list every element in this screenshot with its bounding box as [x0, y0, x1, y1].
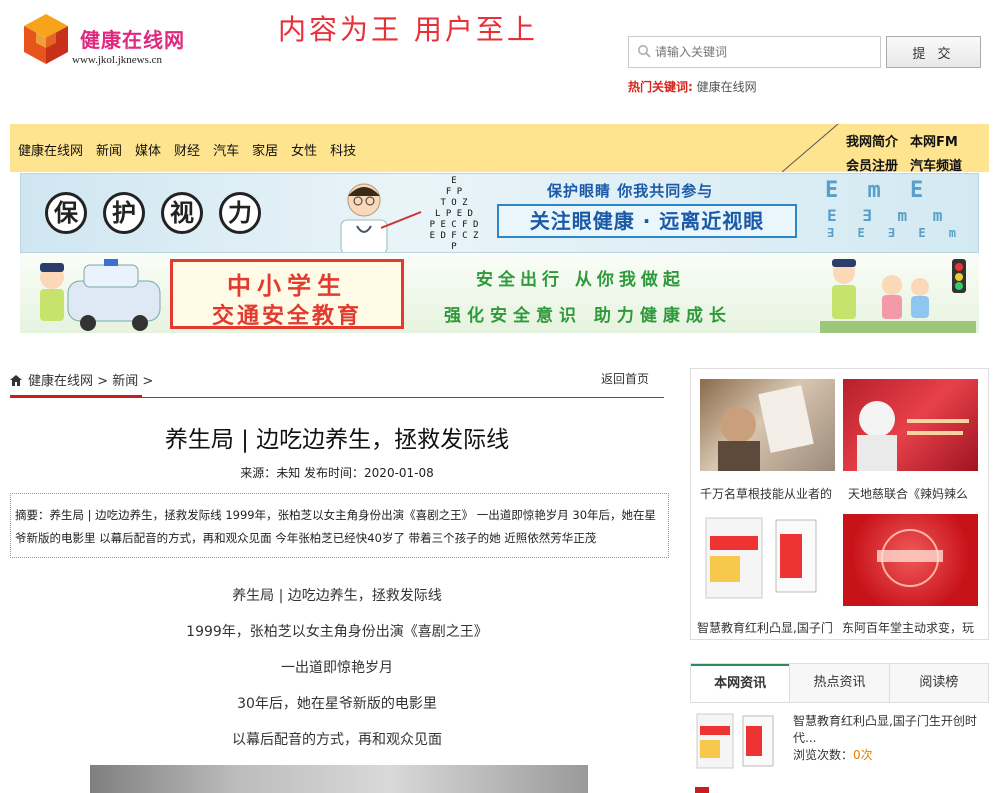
news-list-next-thumbnail: [695, 787, 709, 793]
article-image: [90, 765, 588, 793]
views-label: 浏览次数：: [793, 748, 854, 762]
banner-char: 力: [219, 192, 261, 234]
police-car-illustration: [40, 259, 161, 331]
nav-link-fm[interactable]: 本网FM: [910, 131, 958, 150]
article-paragraph: 30年后，她在星爷新版的电影里: [237, 696, 437, 712]
banner2-slogan1: 安全出行 从你我做起: [476, 270, 685, 290]
tab-hot-news[interactable]: 热点资讯: [789, 664, 889, 702]
search-icon: [638, 45, 651, 58]
thumbnail-caption[interactable]: 东阿百年堂主动求变，玩: [842, 619, 982, 636]
cube-logo-icon: [24, 14, 68, 64]
breadcrumb-home[interactable]: 健康在线网: [28, 374, 93, 389]
tab-reading-rank[interactable]: 阅读榜: [888, 664, 988, 702]
search-submit-button[interactable]: 提 交: [886, 36, 981, 68]
nav-link-auto-channel[interactable]: 汽车频道: [910, 155, 962, 174]
eye-health-banner[interactable]: 保 护 视 力 EF PT O ZL P E DP E C F DE D F C…: [20, 173, 979, 253]
article-paragraph: 以幕后配音的方式，再和观众见面: [232, 732, 442, 748]
nav-item-home-living[interactable]: 家居: [252, 140, 278, 159]
banner-char: 保: [45, 192, 87, 234]
main-nav: 健康在线网 新闻 媒体 财经 汽车 家居 女性 科技 我网简介 本网FM 会员注…: [10, 124, 989, 174]
nav-link-register[interactable]: 会员注册: [846, 155, 898, 174]
nav-divider: [781, 124, 839, 172]
news-thumbnail[interactable]: [700, 514, 835, 606]
thumbnail-caption[interactable]: 天地慈联合《辣妈辣么: [848, 485, 988, 502]
breadcrumb-separator: >: [93, 374, 113, 389]
nav-item-finance[interactable]: 财经: [174, 140, 200, 159]
nav-item-home[interactable]: 健康在线网: [18, 140, 83, 159]
news-list-views: 浏览次数：0次: [793, 746, 873, 763]
thumbnail-caption[interactable]: 千万名草根技能从业者的: [700, 485, 840, 502]
medical-worker-icon: [857, 401, 969, 471]
logo-name: 健康在线网: [80, 28, 185, 52]
breadcrumb-section[interactable]: 新闻: [112, 374, 138, 389]
article-paragraph: 一出道即惊艳岁月: [281, 660, 393, 676]
breadcrumb-accent: [10, 395, 142, 398]
nav-item-women[interactable]: 女性: [291, 140, 317, 159]
article-paragraph: 养生局 | 边吃边养生，拯救发际线: [232, 588, 442, 604]
search-box[interactable]: [628, 36, 881, 68]
eye-chart-decoration: ∃ E ∃ E m: [827, 226, 965, 240]
hot-keywords: 热门关键词: 健康在线网: [628, 78, 757, 95]
thumbnail-caption[interactable]: 智慧教育红利凸显,国子门: [697, 619, 837, 636]
sidebar-image-grid: 千万名草根技能从业者的 天地慈联合《辣妈辣么 智慧教育红利凸显,国子门 东阿百年…: [690, 368, 989, 640]
eye-chart-decoration: E m E: [825, 178, 932, 203]
traffic-safety-banner[interactable]: 中小学生 交通安全教育 安全出行 从你我做起 强化安全意识 助力健康成长: [20, 253, 979, 333]
news-list-title[interactable]: 智慧教育红利凸显,国子门生开创时代...: [793, 713, 983, 747]
back-home-link[interactable]: 返回首页: [601, 370, 649, 387]
edu-product-icon: [705, 517, 817, 599]
nav-item-media[interactable]: 媒体: [135, 140, 161, 159]
worker-photo-icon: [718, 385, 814, 471]
doctor-illustration: [340, 183, 422, 252]
news-list-thumbnail[interactable]: [693, 712, 783, 772]
article-abstract: 摘要：养生局 | 边吃边养生，拯救发际线 1999年，张柏芝以女主角身份出演《喜…: [10, 493, 669, 558]
banner-char: 视: [161, 192, 203, 234]
nav-item-tech[interactable]: 科技: [330, 140, 356, 159]
banner2-title2: 交通安全教育: [211, 304, 362, 329]
site-logo[interactable]: 健康在线网 www.jkol.jknews.cn: [22, 12, 202, 74]
article-title: 养生局 | 边吃边养生，拯救发际线: [164, 427, 510, 453]
eye-chart-decoration: E ∃ m m: [827, 206, 951, 225]
nav-item-auto[interactable]: 汽车: [213, 140, 239, 159]
banner-char: 护: [103, 192, 145, 234]
news-thumbnail[interactable]: [843, 379, 978, 471]
banner1-title: 关注眼健康 · 远离近视眼: [497, 204, 797, 238]
breadcrumb-separator: >: [138, 374, 154, 389]
eye-chart-letters: EF PT O ZL P E DP E C F DE D F C Z P: [429, 176, 479, 252]
tab-site-news[interactable]: 本网资讯: [691, 664, 790, 702]
news-thumbnail[interactable]: [843, 514, 978, 606]
banner1-subtitle: 保护眼睛 你我共同参与: [547, 182, 714, 200]
banner2-title-box: 中小学生 交通安全教育: [170, 259, 404, 329]
search-input[interactable]: [655, 41, 875, 63]
logo-url: www.jkol.jknews.cn: [72, 54, 163, 66]
article-body: 养生局 | 边吃边养生，拯救发际线 1999年，张柏芝以女主角身份出演《喜剧之王…: [10, 586, 664, 766]
home-icon: [10, 375, 22, 386]
hot-keywords-label: 热门关键词:: [628, 80, 693, 94]
red-poster-icon: [877, 529, 943, 587]
nav-link-about[interactable]: 我网简介: [846, 131, 898, 150]
nav-item-news[interactable]: 新闻: [96, 140, 122, 159]
article-paragraph: 1999年，张柏芝以女主角身份出演《喜剧之王》: [186, 624, 488, 640]
news-thumbnail[interactable]: [700, 379, 835, 471]
sidebar-tabs: 本网资讯 热点资讯 阅读榜: [690, 663, 989, 703]
hot-keyword-link[interactable]: 健康在线网: [697, 80, 757, 94]
article-meta: 来源：未知 发布时间：2020-01-08: [240, 466, 434, 480]
banner2-title1: 中小学生: [227, 272, 347, 300]
kids-crossing-illustration: [820, 259, 976, 333]
views-count: 0次: [853, 748, 873, 762]
breadcrumb: 健康在线网 > 新闻 >: [10, 370, 153, 389]
banner2-slogan2: 强化安全意识 助力健康成长: [444, 306, 732, 326]
header-slogan: 内容为王 用户至上: [278, 13, 538, 46]
